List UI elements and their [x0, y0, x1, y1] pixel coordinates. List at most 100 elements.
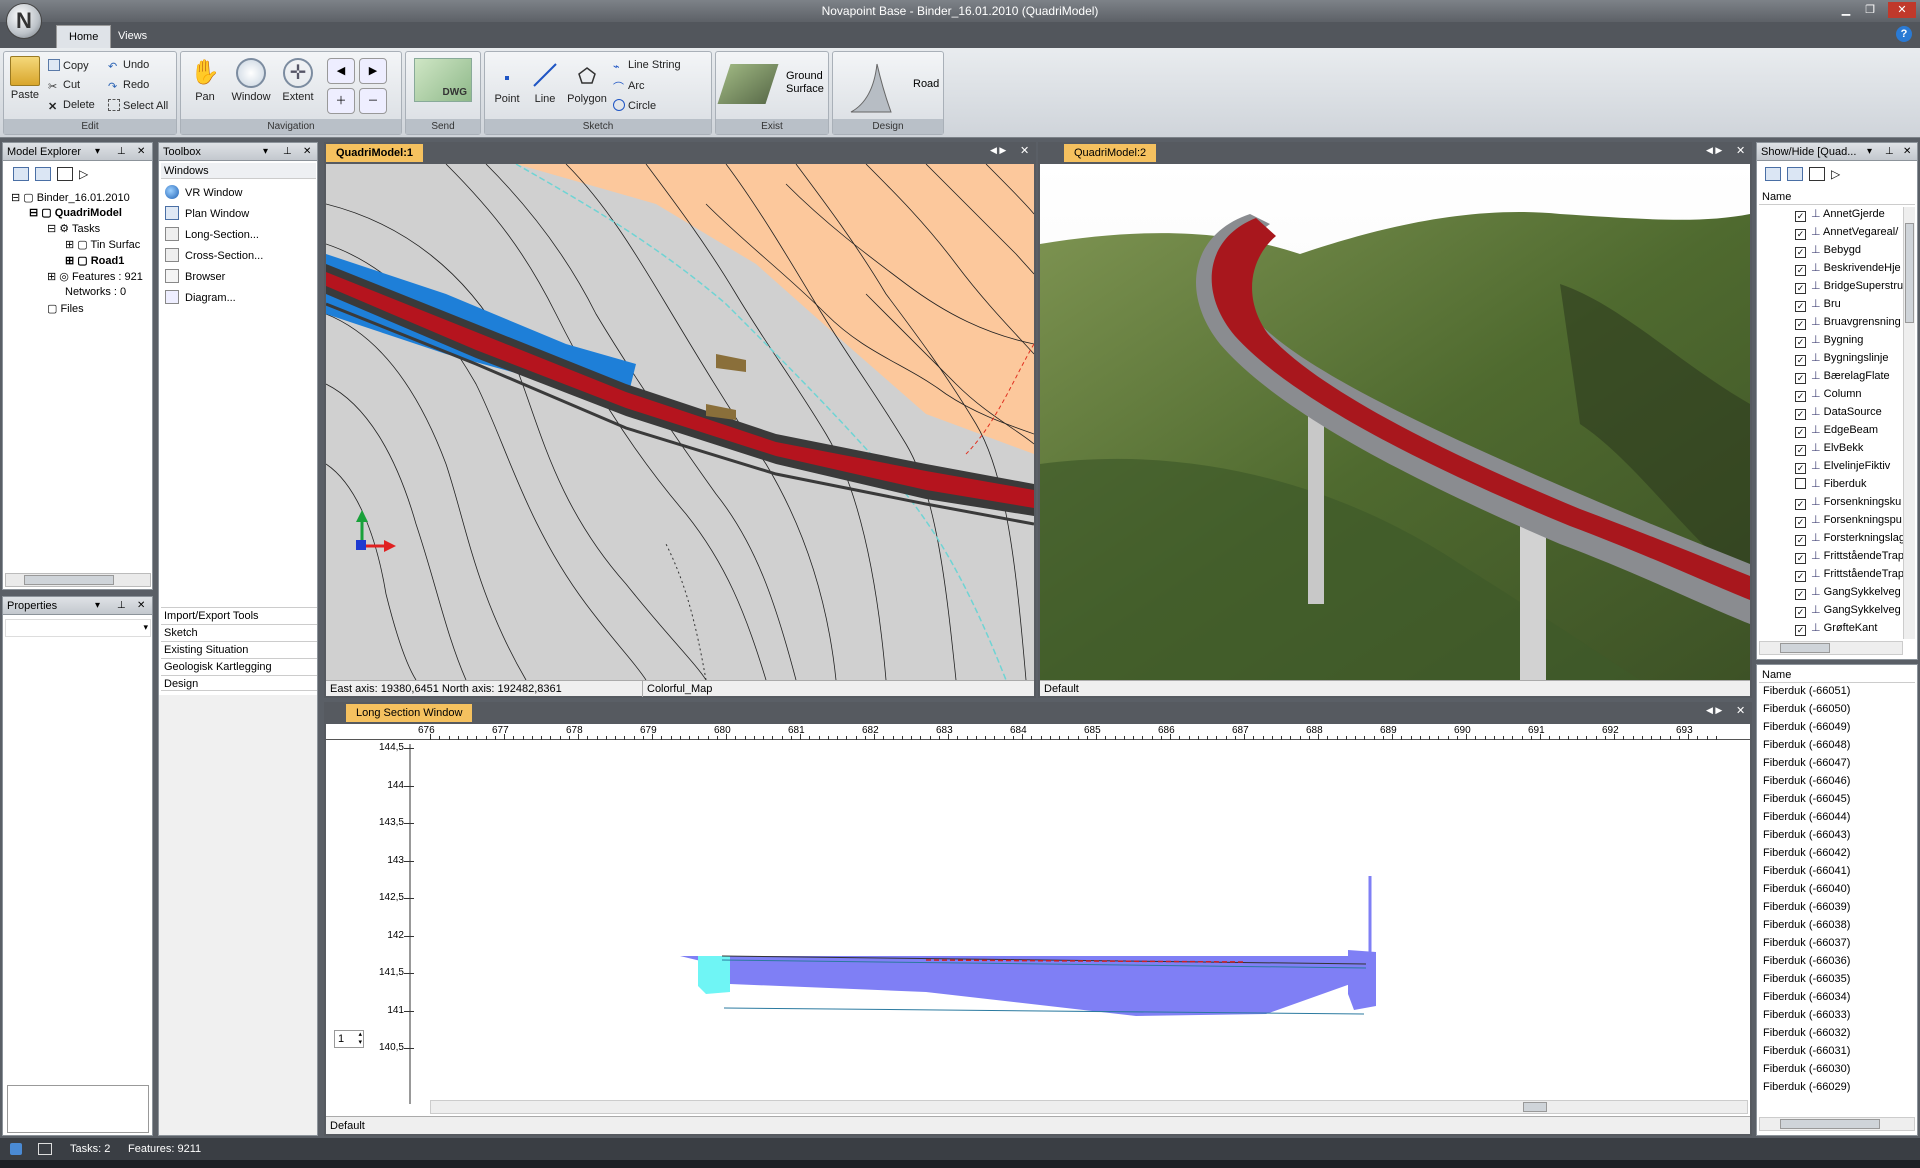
layer-checkbox[interactable]: ✓	[1795, 229, 1806, 240]
layer-item[interactable]: ✓ ⊥ GangSykkelveg	[1795, 585, 1901, 600]
layer-checkbox[interactable]: ✓	[1795, 391, 1806, 402]
layer-checkbox[interactable]: ✓	[1795, 211, 1806, 222]
layer-checkbox[interactable]: ✓	[1795, 319, 1806, 330]
layer-checkbox[interactable]: ✓	[1795, 535, 1806, 546]
layer-item[interactable]: ✓ ⊥ Bru	[1795, 297, 1841, 312]
explorer-hscrollbar[interactable]	[5, 573, 151, 587]
zoom-out-icon[interactable]: －	[359, 88, 387, 114]
layer-item[interactable]: ✓ ⊥ AnnetVegareal/	[1795, 225, 1898, 240]
layer-item[interactable]: ✓ ⊥ ElvBekk	[1795, 441, 1863, 456]
spinner-arrows-icon[interactable]: ▴ ▾	[358, 1031, 362, 1047]
tab-home[interactable]: Home	[56, 25, 112, 48]
toolbox-browser[interactable]: Browser	[165, 269, 225, 283]
feature-list-item[interactable]: Fiberduk (-66035)	[1763, 973, 1850, 985]
feature-list-item[interactable]: Fiberduk (-66041)	[1763, 865, 1850, 877]
view-icon[interactable]	[1765, 167, 1781, 181]
toolbox-section-geologisk[interactable]: Geologisk Kartlegging	[161, 658, 317, 674]
layer-checkbox[interactable]: ✓	[1795, 589, 1806, 600]
close-tab-icon[interactable]: ✕	[1736, 704, 1745, 717]
feature-list-item[interactable]: Fiberduk (-66045)	[1763, 793, 1850, 805]
feature-list-item[interactable]: Fiberduk (-66051)	[1763, 685, 1850, 697]
layer-checkbox[interactable]: ✓	[1795, 355, 1806, 366]
feature-list-item[interactable]: Fiberduk (-66050)	[1763, 703, 1850, 715]
cut-button[interactable]: ✂ Cut	[48, 79, 80, 93]
feature-list-item[interactable]: Fiberduk (-66032)	[1763, 1027, 1850, 1039]
circle-button[interactable]: Circle	[613, 99, 656, 112]
feature-list-item[interactable]: Fiberduk (-66037)	[1763, 937, 1850, 949]
feature-list-item[interactable]: Fiberduk (-66042)	[1763, 847, 1850, 859]
vr-canvas[interactable]	[1040, 164, 1750, 680]
line-button[interactable]: Line	[527, 60, 563, 105]
maximize-icon[interactable]: ❐	[1860, 2, 1880, 18]
layer-item[interactable]: ✓ ⊥ Forsterkningslag	[1795, 531, 1903, 546]
pin-icon[interactable]: ⊥	[283, 143, 292, 161]
toolbox-section-existing[interactable]: Existing Situation	[161, 641, 317, 657]
layer-checkbox[interactable]: ✓	[1795, 463, 1806, 474]
tree-node-road1[interactable]: ⊞ ▢ Road1	[65, 254, 124, 267]
send-dwg-button[interactable]: DWG	[414, 58, 472, 102]
toolbox-plan-window[interactable]: Plan Window	[165, 206, 249, 220]
tree-node-features[interactable]: ⊞ ◎ Features : 921	[47, 270, 143, 283]
layer-item[interactable]: ✓ ⊥ BeskrivendeHje	[1795, 261, 1901, 276]
tab-scroll-icon[interactable]: ◀ ▶	[1706, 145, 1722, 156]
map-style-label[interactable]: Colorful_Map	[642, 681, 712, 697]
window-zoom-button[interactable]: Window	[227, 58, 275, 103]
feature-list-item[interactable]: Fiberduk (-66033)	[1763, 1009, 1850, 1021]
line-string-button[interactable]: ⌁ Line String	[613, 59, 681, 73]
feature-list-item[interactable]: Fiberduk (-66043)	[1763, 829, 1850, 841]
layer-hscrollbar[interactable]	[1759, 641, 1903, 655]
feature-list-item[interactable]: Fiberduk (-66031)	[1763, 1045, 1850, 1057]
tree-node-networks[interactable]: Networks : 0	[65, 286, 126, 298]
feature-list-item[interactable]: Fiberduk (-66046)	[1763, 775, 1850, 787]
layer-item[interactable]: ✓ ⊥ EdgeBeam	[1795, 423, 1878, 438]
details-icon[interactable]	[1809, 167, 1825, 181]
close-panel-icon[interactable]: ✕	[303, 143, 311, 161]
dropdown-icon[interactable]: ▾	[95, 143, 100, 161]
layer-item[interactable]: ✓ ⊥ Bruavgrensning	[1795, 315, 1901, 330]
feature-hscrollbar[interactable]	[1759, 1117, 1915, 1131]
layer-item[interactable]: ✓ ⊥ Bebygd	[1795, 243, 1861, 258]
pin-icon[interactable]: ⊥	[117, 143, 126, 161]
polygon-button[interactable]: Polygon	[565, 60, 609, 105]
layer-item[interactable]: ✓ ⊥ AnnetGjerde	[1795, 207, 1885, 222]
redo-button[interactable]: ↷ Redo	[108, 79, 149, 93]
layer-scroll-thumb[interactable]	[1905, 223, 1914, 323]
app-logo-button[interactable]: N	[6, 3, 42, 39]
tab-long-section[interactable]: Long Section Window	[346, 704, 473, 722]
undo-button[interactable]: ↶ Undo	[108, 59, 149, 73]
tab-views[interactable]: Views	[106, 25, 159, 48]
close-panel-icon[interactable]: ✕	[137, 143, 145, 161]
layer-item[interactable]: ✓ ⊥ BærelagFlate	[1795, 369, 1890, 384]
plan-map-canvas[interactable]	[326, 164, 1034, 680]
pan-button[interactable]: ✋ Pan	[185, 58, 225, 103]
road-button[interactable]: Road	[837, 56, 941, 116]
layer-checkbox[interactable]: ✓	[1795, 445, 1806, 456]
section-hscrollbar[interactable]	[430, 1100, 1748, 1114]
details-icon[interactable]	[57, 167, 73, 181]
feature-list-item[interactable]: Fiberduk (-66039)	[1763, 901, 1850, 913]
layer-item[interactable]: ✓ ⊥ GangSykkelveg	[1795, 603, 1901, 618]
layer-checkbox[interactable]: ✓	[1795, 499, 1806, 510]
layer-item[interactable]: ✓ ⊥ Bygningslinje	[1795, 351, 1888, 366]
ground-surface-button[interactable]: Ground Surface	[717, 56, 826, 116]
feature-list-item[interactable]: Fiberduk (-66049)	[1763, 721, 1850, 733]
layer-item[interactable]: ✓ ⊥ FrittståendeTrap	[1795, 549, 1903, 564]
layer-item[interactable]: ✓ ⊥ ElvelinjeFiktiv	[1795, 459, 1890, 474]
dropdown-icon[interactable]: ▾	[263, 143, 268, 161]
toolbox-diagram[interactable]: Diagram...	[165, 290, 236, 304]
layer-item[interactable]: ✓ ⊥ Forsenkningspu	[1795, 513, 1902, 528]
close-panel-icon[interactable]: ✕	[137, 597, 145, 615]
arc-button[interactable]: ⌒ Arc	[613, 79, 645, 94]
layer-checkbox[interactable]: ✓	[1795, 373, 1806, 384]
layer-item[interactable]: ✓ ⊥ Bygning	[1795, 333, 1863, 348]
close-tab-icon[interactable]: ✕	[1736, 144, 1745, 157]
minimize-icon[interactable]: ▁	[1836, 2, 1856, 18]
feature-list-item[interactable]: Fiberduk (-66030)	[1763, 1063, 1850, 1075]
close-icon[interactable]: ✕	[1888, 2, 1916, 18]
layer-item[interactable]: ⊥ Fiberduk	[1795, 477, 1866, 490]
layer-checkbox[interactable]	[1795, 478, 1806, 489]
close-tab-icon[interactable]: ✕	[1020, 144, 1029, 157]
layer-checkbox[interactable]: ✓	[1795, 607, 1806, 618]
toolbox-section-import-export[interactable]: Import/Export Tools	[161, 607, 317, 623]
expand-icon[interactable]: ▷	[1831, 167, 1840, 181]
